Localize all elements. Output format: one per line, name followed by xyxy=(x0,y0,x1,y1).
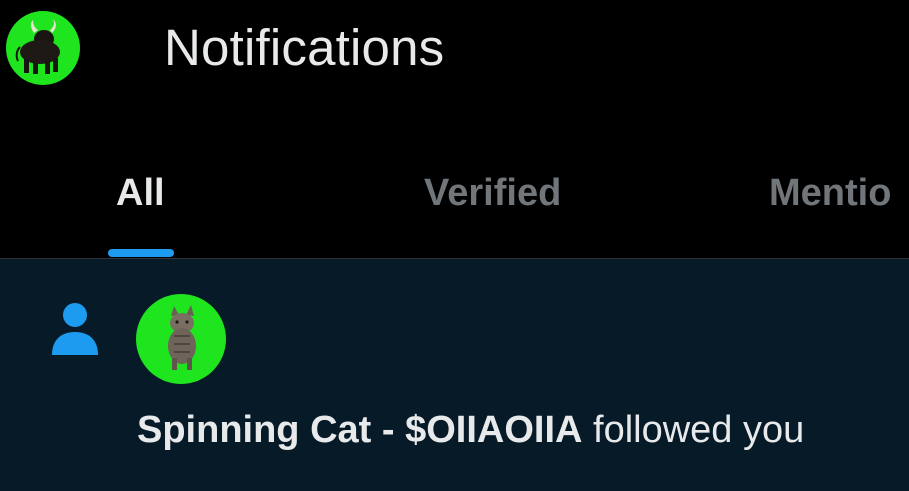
notification-action: followed you xyxy=(593,409,805,451)
notification-item[interactable]: Spinning Cat - $OIIAOIIA followed you xyxy=(0,259,909,491)
follower-name[interactable]: Spinning Cat - $OIIAOIIA xyxy=(137,409,582,451)
page-title: Notifications xyxy=(164,19,445,76)
app-header: Notifications All Verified Mentio xyxy=(0,0,909,259)
cat-avatar-icon xyxy=(168,305,196,370)
person-follow-icon xyxy=(52,303,98,355)
tab-mentions[interactable]: Mentio xyxy=(769,172,891,215)
profile-avatar[interactable] xyxy=(6,11,80,85)
tab-all[interactable]: All xyxy=(116,172,165,215)
tab-verified[interactable]: Verified xyxy=(424,172,561,215)
notification-text: Spinning Cat - $OIIAOIIA followed you xyxy=(137,409,804,452)
active-tab-indicator xyxy=(108,249,174,257)
bull-avatar-icon xyxy=(15,19,60,74)
notification-tabs: All Verified Mentio xyxy=(0,160,909,259)
follower-avatar[interactable] xyxy=(136,294,226,384)
